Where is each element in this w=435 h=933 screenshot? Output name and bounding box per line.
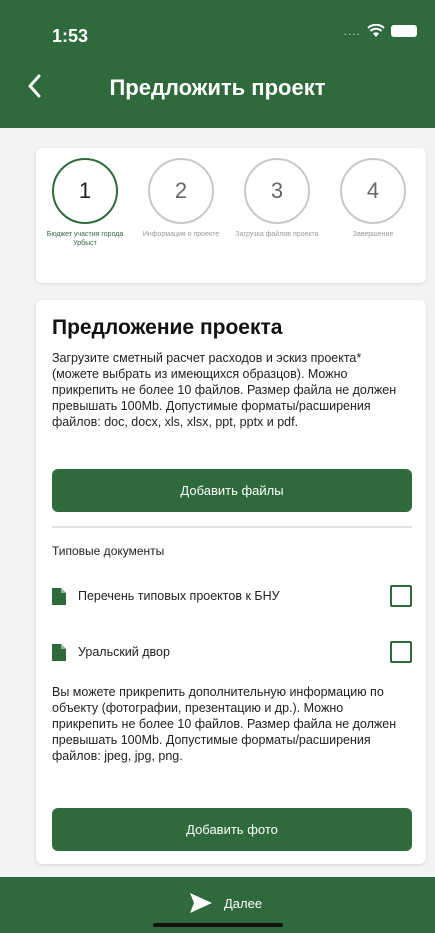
step-2[interactable]: 2 Информация о проекте	[136, 158, 226, 239]
step-3[interactable]: 3 Загрузка файлов проекта	[232, 158, 322, 239]
typical-documents-label: Типовые документы	[52, 544, 165, 558]
app-bar: 1:53 .... Предложить проект	[0, 0, 435, 128]
proposal-card: Предложение проекта Загрузите сметный ра…	[36, 300, 426, 864]
step-label: Завершение	[352, 231, 394, 238]
divider	[52, 526, 412, 528]
add-files-button[interactable]: Добавить файлы	[52, 469, 412, 512]
stepper: 1 Бюджет участия города Урбыст 2 Информа…	[36, 148, 426, 283]
step-circle: 3	[244, 158, 310, 224]
step-label: Информация о проекте	[142, 231, 220, 238]
status-icons: ....	[344, 24, 417, 38]
next-button[interactable]: Далее	[190, 889, 262, 917]
step-1[interactable]: 1 Бюджет участия города Урбыст	[40, 158, 130, 248]
step-label: Бюджет участия города Урбыст	[46, 231, 124, 247]
bottom-bar: Далее	[0, 877, 435, 933]
status-time: 1:53	[52, 26, 89, 46]
step-4[interactable]: 4 Завершение	[328, 158, 418, 239]
wifi-icon	[367, 24, 385, 37]
document-checkbox[interactable]	[390, 641, 412, 663]
document-row[interactable]: Уральский двор	[52, 637, 412, 667]
photo-description: Вы можете прикрепить дополнительную инфо…	[52, 685, 397, 763]
battery-icon	[391, 25, 417, 37]
home-indicator	[153, 923, 283, 927]
document-label: Уральский двор	[78, 645, 170, 659]
proposal-description: Загрузите сметный расчет расходов и эски…	[52, 351, 397, 429]
document-row[interactable]: Перечень типовых проектов к БНУ	[52, 581, 412, 611]
step-label: Загрузка файлов проекта	[235, 231, 319, 238]
next-label: Далее	[224, 895, 263, 911]
proposal-title: Предложение проекта	[52, 316, 283, 339]
step-circle: 1	[52, 158, 118, 224]
document-label: Перечень типовых проектов к БНУ	[78, 589, 280, 603]
step-circle: 2	[148, 158, 214, 224]
add-photo-button[interactable]: Добавить фото	[52, 808, 412, 851]
send-icon	[190, 893, 212, 913]
page-title: Предложить проект	[109, 75, 326, 100]
step-circle: 4	[340, 158, 406, 224]
document-checkbox[interactable]	[390, 585, 412, 607]
signal-icon: ....	[343, 24, 361, 38]
document-icon	[52, 643, 66, 661]
document-icon	[52, 587, 66, 605]
